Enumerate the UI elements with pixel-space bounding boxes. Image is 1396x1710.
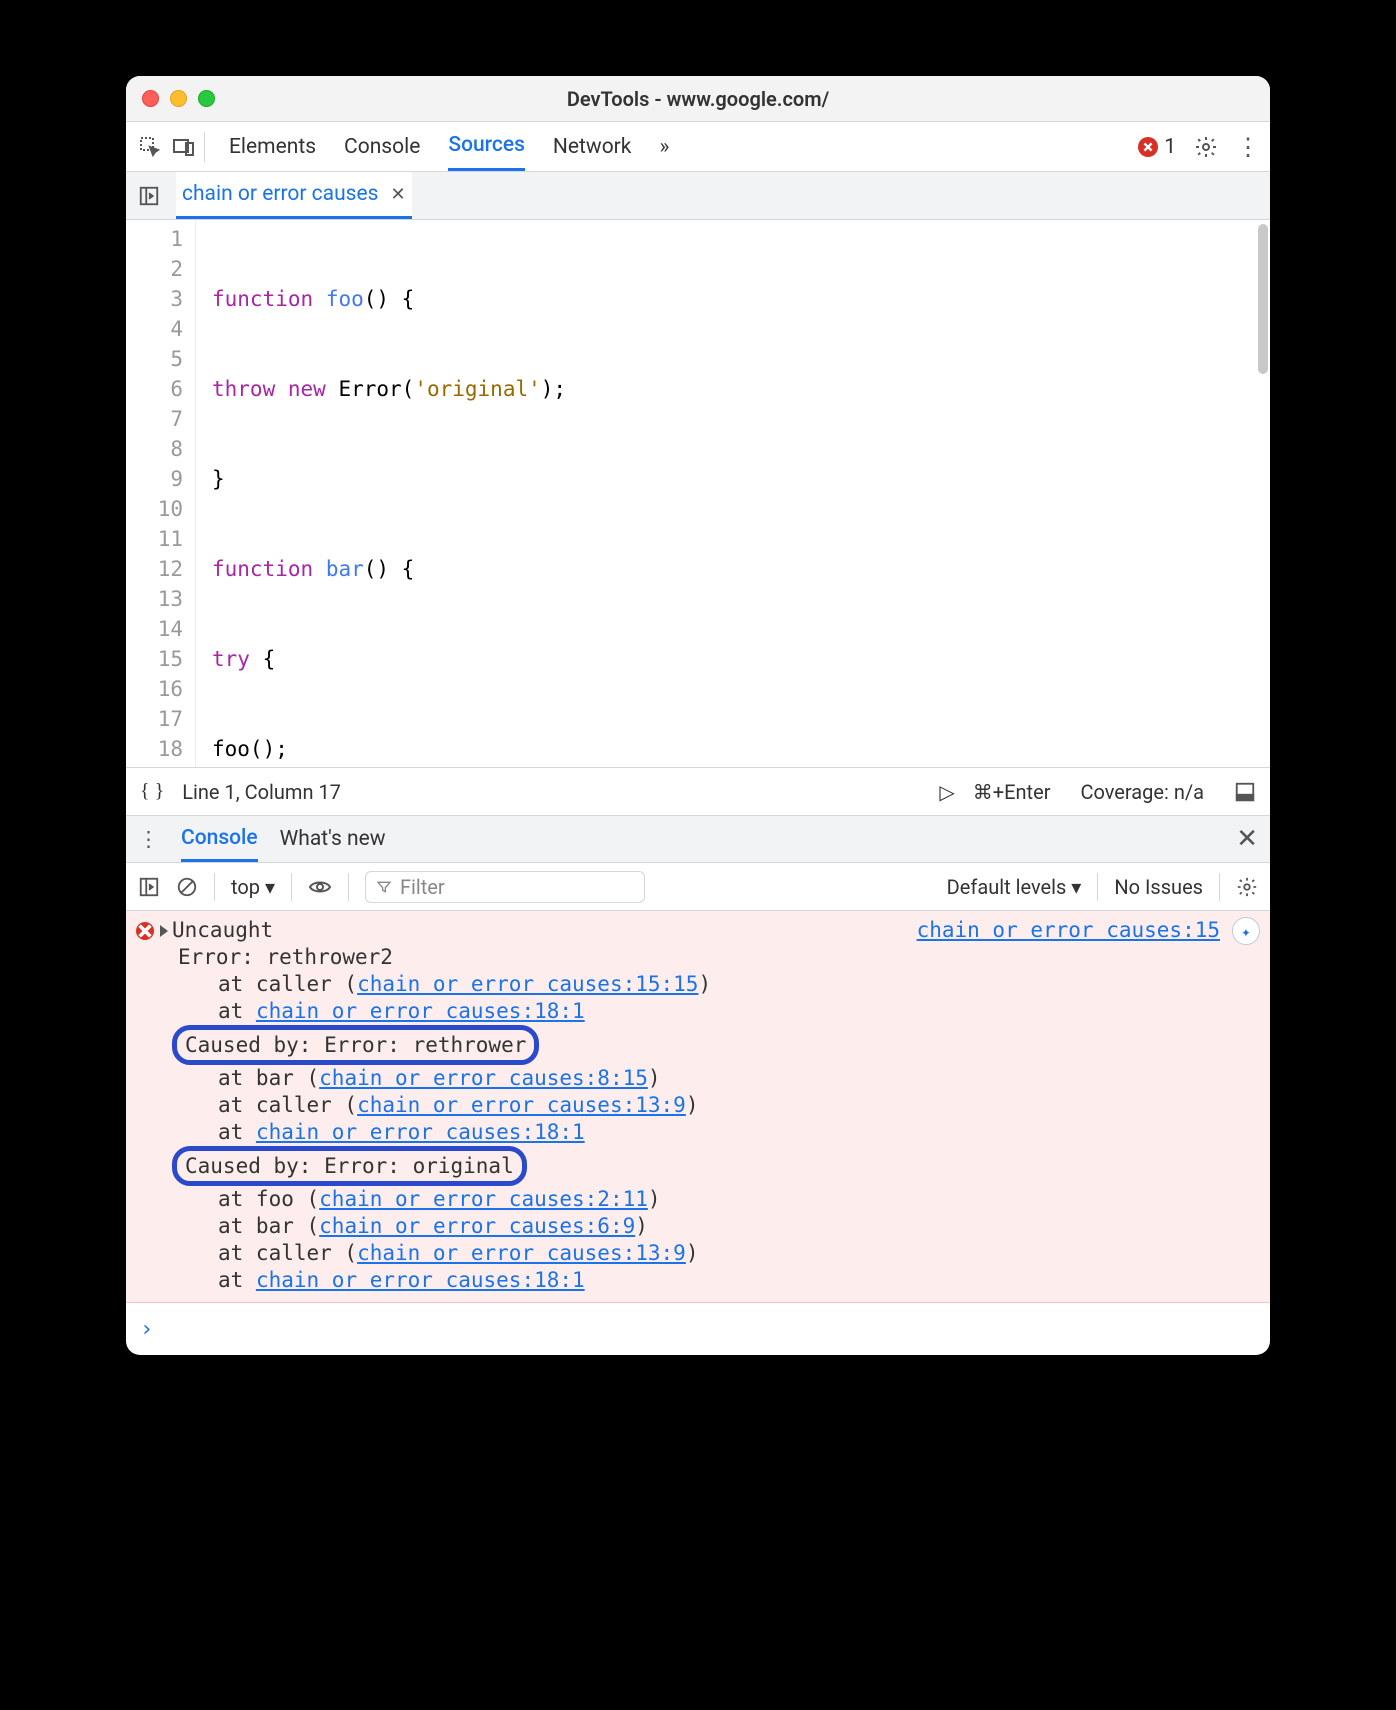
ai-insight-icon[interactable]: ✦	[1232, 917, 1260, 945]
tabs-overflow-button[interactable]: »	[659, 122, 669, 171]
stack-link[interactable]: chain or error causes:13:9	[357, 1093, 686, 1117]
scrollbar-thumb[interactable]	[1258, 224, 1268, 374]
device-toolbar-icon[interactable]	[170, 133, 198, 161]
drawer-tab-whatsnew[interactable]: What's new	[280, 816, 386, 862]
tab-sources[interactable]: Sources	[448, 122, 525, 171]
navigator-toggle-icon[interactable]	[136, 183, 162, 209]
cursor-position: Line 1, Column 17	[182, 780, 341, 804]
close-window-button[interactable]	[142, 90, 159, 107]
drawer-close-icon[interactable]: ✕	[1236, 824, 1258, 854]
titlebar: DevTools - www.google.com/	[126, 76, 1270, 122]
stack-frame: at bar (chain or error causes:8:15)	[136, 1065, 1260, 1092]
stack-frame: at chain or error causes:18:1	[136, 1267, 1260, 1294]
prompt-chevron-icon: ›	[140, 1317, 153, 1342]
editor-status-bar: { } Line 1, Column 17 ▷ ⌘+Enter Coverage…	[126, 767, 1270, 815]
stack-link[interactable]: chain or error causes:18:1	[256, 1268, 585, 1292]
stack-frame: at foo (chain or error causes:2:11)	[136, 1186, 1260, 1213]
drawer-menu-icon[interactable]: ⋮	[138, 827, 159, 852]
code-content[interactable]: function foo() { throw new Error('origin…	[196, 220, 1270, 767]
stack-link[interactable]: chain or error causes:2:11	[319, 1187, 648, 1211]
caused-by-highlight: Caused by: Error: original	[172, 1146, 527, 1186]
traffic-lights	[142, 90, 215, 107]
file-tab-active[interactable]: chain or error causes ✕	[176, 172, 412, 219]
console-prompt[interactable]: ›	[126, 1303, 1270, 1355]
console-settings-gear-icon[interactable]	[1236, 876, 1258, 898]
error-count-badge[interactable]: 1	[1138, 135, 1176, 159]
run-snippet-icon[interactable]: ▷	[939, 780, 954, 804]
filter-placeholder: Filter	[400, 875, 445, 899]
issues-label[interactable]: No Issues	[1114, 875, 1203, 899]
file-tabs-bar: chain or error causes ✕	[126, 172, 1270, 220]
devtools-window: DevTools - www.google.com/ Elements Cons…	[126, 76, 1270, 1355]
stack-frame: at bar (chain or error causes:6:9)	[136, 1213, 1260, 1240]
console-sidebar-toggle-icon[interactable]	[138, 876, 160, 898]
error-icon	[136, 922, 154, 940]
pretty-print-icon[interactable]: { }	[140, 780, 164, 803]
panel-tabs-bar: Elements Console Sources Network » 1 ⋮	[126, 122, 1270, 172]
clear-console-icon[interactable]	[176, 876, 198, 898]
code-editor[interactable]: 123 456 789 101112 131415 161718 functio…	[126, 220, 1270, 767]
file-tab-close-icon[interactable]: ✕	[390, 184, 405, 205]
tab-console[interactable]: Console	[344, 122, 420, 171]
stack-frame: at caller (chain or error causes:15:15)	[136, 971, 1260, 998]
tab-elements[interactable]: Elements	[229, 122, 316, 171]
stack-link[interactable]: chain or error causes:13:9	[357, 1241, 686, 1265]
tab-network[interactable]: Network	[553, 122, 632, 171]
line-gutter: 123 456 789 101112 131415 161718	[126, 220, 196, 767]
stack-link[interactable]: chain or error causes:15:15	[357, 972, 698, 996]
filter-icon	[376, 879, 392, 895]
error-icon	[1138, 137, 1158, 157]
stack-frame: at chain or error causes:18:1	[136, 1119, 1260, 1146]
console-toolbar: top ▾ Filter Default levels ▾ No Issues	[126, 863, 1270, 911]
stack-link[interactable]: chain or error causes:18:1	[256, 1120, 585, 1144]
drawer-tabs: ⋮ Console What's new ✕	[126, 815, 1270, 863]
context-selector[interactable]: top ▾	[231, 875, 275, 899]
live-expression-icon[interactable]	[308, 875, 332, 899]
inspect-element-icon[interactable]	[136, 133, 164, 161]
expand-toggle-icon[interactable]	[160, 925, 168, 937]
stack-link[interactable]: chain or error causes:18:1	[256, 999, 585, 1023]
error-count: 1	[1164, 135, 1176, 159]
stack-frame: at caller (chain or error causes:13:9)	[136, 1092, 1260, 1119]
window-title: DevTools - www.google.com/	[126, 87, 1270, 111]
caused-by-highlight: Caused by: Error: rethrower	[172, 1025, 539, 1065]
log-levels-selector[interactable]: Default levels ▾	[947, 875, 1082, 899]
stack-frame: at chain or error causes:18:1	[136, 998, 1260, 1025]
coverage-label: Coverage: n/a	[1080, 780, 1204, 804]
drawer-tab-console[interactable]: Console	[181, 816, 258, 862]
run-shortcut-label: ⌘+Enter	[973, 780, 1051, 804]
console-filter-input[interactable]: Filter	[365, 871, 645, 903]
more-menu-icon[interactable]: ⋮	[1236, 133, 1260, 161]
error-message: Error: rethrower2	[136, 944, 1260, 971]
error-headline: Uncaught	[172, 918, 273, 942]
stack-frame: at caller (chain or error causes:13:9)	[136, 1240, 1260, 1267]
stack-link[interactable]: chain or error causes:8:15	[319, 1066, 648, 1090]
zoom-window-button[interactable]	[198, 90, 215, 107]
stack-link[interactable]: chain or error causes:6:9	[319, 1214, 635, 1238]
source-link[interactable]: chain or error causes:15	[917, 917, 1220, 944]
minimize-window-button[interactable]	[170, 90, 187, 107]
console-message-error: chain or error causes:15 ✦ Uncaught Erro…	[126, 911, 1270, 1303]
settings-gear-icon[interactable]	[1194, 135, 1218, 159]
file-tab-name: chain or error causes	[182, 182, 378, 206]
dock-side-icon[interactable]	[1234, 781, 1256, 803]
